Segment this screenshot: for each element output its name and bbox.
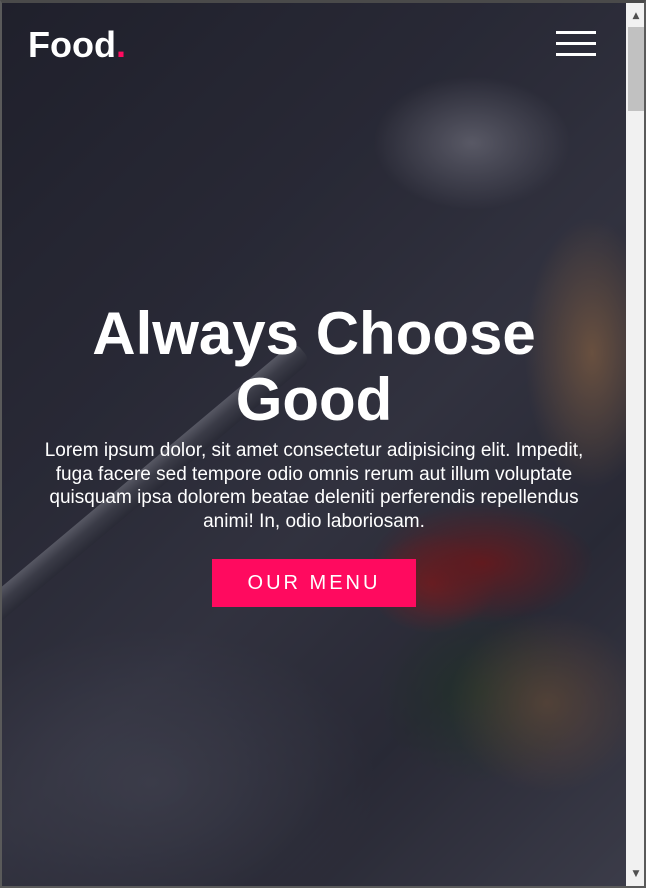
brand-name: Food [28,24,116,65]
menu-bar [556,42,596,45]
scroll-up-arrow-icon[interactable]: ▲ [626,7,644,25]
hero-section: Food. Always Choose Good Lorem ipsum dol… [2,3,626,886]
scrollbar-thumb[interactable] [628,27,644,111]
our-menu-button[interactable]: Our Menu [212,559,416,607]
hero-content: Always Choose Good Lorem ipsum dolor, si… [24,301,604,607]
brand-logo[interactable]: Food. [28,23,126,67]
scroll-down-arrow-icon[interactable]: ▼ [626,865,644,883]
menu-bar [556,53,596,56]
hero-description: Lorem ipsum dolor, sit amet consectetur … [44,440,584,532]
hero-title: Always Choose Good [92,300,536,433]
menu-bar [556,31,596,34]
brand-dot: . [115,24,126,65]
vertical-scrollbar[interactable]: ▲ ▼ [626,3,644,886]
hamburger-menu-icon[interactable] [556,31,596,59]
browser-viewport: Food. Always Choose Good Lorem ipsum dol… [0,0,646,888]
